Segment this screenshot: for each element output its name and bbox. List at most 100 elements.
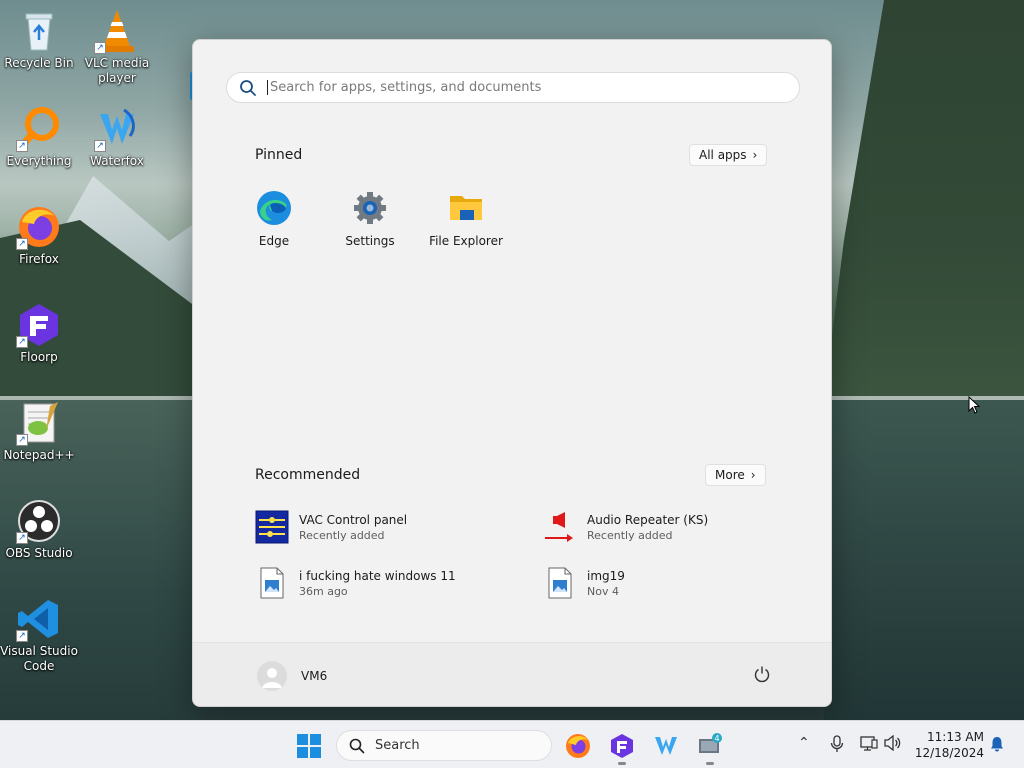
recommended-title: Recommended bbox=[255, 467, 361, 483]
desktop-icon-label: OBS Studio bbox=[5, 546, 73, 560]
desktop-icon-label: Notepad++ bbox=[3, 448, 75, 462]
recommended-item-subtitle: Recently added bbox=[587, 528, 673, 542]
mouse-cursor-icon bbox=[968, 395, 981, 414]
start-search-input[interactable] bbox=[267, 80, 799, 95]
obs-icon: ↗ bbox=[16, 498, 62, 544]
taskbar-app-waterfox[interactable] bbox=[653, 733, 679, 759]
taskbar-search-label: Search bbox=[375, 738, 420, 753]
search-icon bbox=[349, 738, 365, 753]
network-icon bbox=[860, 736, 878, 751]
microphone-icon bbox=[830, 735, 844, 752]
recommended-item-title: Audio Repeater (KS) bbox=[587, 512, 709, 527]
image-file-icon bbox=[255, 566, 289, 600]
pinned-apps-grid: Edge Settings File Explorer bbox=[226, 190, 514, 248]
everything-icon: ↗ bbox=[16, 106, 62, 152]
firefox-icon: ↗ bbox=[16, 204, 62, 250]
folder-icon bbox=[448, 190, 484, 226]
desktop-icon-obs[interactable]: ↗ OBS Studio bbox=[0, 498, 78, 561]
avatar bbox=[257, 661, 287, 691]
notepadpp-icon: ↗ bbox=[16, 400, 62, 446]
pinned-title: Pinned bbox=[255, 147, 303, 163]
chevron-right-icon: › bbox=[750, 468, 756, 482]
volume-button[interactable] bbox=[884, 734, 902, 755]
pinned-app-label: Settings bbox=[345, 234, 395, 248]
taskbar-app-floorp[interactable] bbox=[609, 733, 635, 759]
recycle-bin-icon bbox=[16, 8, 62, 54]
start-menu-footer: VM6 bbox=[193, 642, 831, 706]
start-search-box[interactable] bbox=[226, 72, 800, 103]
floorp-icon: ↗ bbox=[16, 302, 62, 348]
desktop-icon-recycle-bin[interactable]: Recycle Bin bbox=[0, 8, 78, 71]
desktop-icon-label: Recycle Bin bbox=[4, 56, 74, 70]
desktop-icon-waterfox[interactable]: ↗ Waterfox bbox=[78, 106, 156, 169]
waterfox-icon bbox=[655, 737, 677, 755]
image-file-icon bbox=[543, 566, 577, 600]
search-icon bbox=[240, 79, 256, 96]
chevron-right-icon: › bbox=[752, 148, 758, 162]
shortcut-arrow-icon: ↗ bbox=[16, 630, 28, 642]
speaker-icon bbox=[543, 510, 577, 544]
bell-icon bbox=[991, 737, 1003, 752]
network-button[interactable] bbox=[860, 735, 878, 755]
clock-time: 11:13 AM bbox=[927, 730, 984, 744]
vac-icon bbox=[255, 510, 289, 544]
waterfox-icon: ↗ bbox=[94, 106, 140, 152]
recommended-item-vac[interactable]: VAC Control panel Recently added bbox=[255, 510, 525, 544]
power-button[interactable] bbox=[753, 665, 771, 683]
taskbar-app-vm-tools[interactable]: 4 bbox=[697, 733, 723, 759]
taskbar-clock[interactable]: 11:13 AM 12/18/2024 bbox=[914, 729, 984, 761]
edge-icon bbox=[256, 190, 292, 226]
all-apps-button[interactable]: All apps › bbox=[689, 144, 768, 166]
taskbar-app-firefox[interactable] bbox=[565, 733, 591, 759]
taskbar-badge-count: 4 bbox=[714, 734, 719, 743]
show-hidden-icons-button[interactable]: ⌃ bbox=[798, 735, 810, 751]
desktop-icon-notepadpp[interactable]: ↗ Notepad++ bbox=[0, 400, 78, 463]
desktop-icon-label: Everything bbox=[6, 154, 72, 168]
recommended-item-img19[interactable]: img19 Nov 4 bbox=[543, 566, 813, 600]
shortcut-arrow-icon: ↗ bbox=[94, 42, 106, 54]
shortcut-arrow-icon: ↗ bbox=[16, 238, 28, 250]
settings-gear-icon bbox=[352, 190, 388, 226]
shortcut-arrow-icon: ↗ bbox=[16, 434, 28, 446]
start-button[interactable] bbox=[296, 734, 322, 758]
user-name: VM6 bbox=[301, 669, 328, 683]
pinned-app-label: File Explorer bbox=[429, 234, 503, 248]
shortcut-arrow-icon: ↗ bbox=[16, 140, 28, 152]
desktop-icon-vscode[interactable]: ↗ Visual Studio Code bbox=[0, 596, 78, 674]
floorp-icon bbox=[611, 734, 633, 758]
desktop-icon-label: Waterfox bbox=[90, 154, 144, 168]
taskbar-search-box[interactable]: Search bbox=[336, 730, 552, 761]
recommended-item-image-file[interactable]: i fucking hate windows 11 36m ago bbox=[255, 566, 525, 600]
recommended-item-subtitle: Nov 4 bbox=[587, 584, 619, 598]
monitor-icon: 4 bbox=[699, 733, 722, 753]
desktop-icon-label: Firefox bbox=[19, 252, 59, 266]
shortcut-arrow-icon: ↗ bbox=[16, 532, 28, 544]
pinned-app-edge[interactable]: Edge bbox=[226, 190, 322, 248]
recommended-item-subtitle: 36m ago bbox=[299, 584, 348, 598]
pinned-app-label: Edge bbox=[258, 234, 290, 248]
clock-date: 12/18/2024 bbox=[914, 746, 984, 760]
more-button[interactable]: More › bbox=[705, 464, 766, 486]
notifications-button[interactable] bbox=[990, 736, 1004, 752]
desktop-icon-everything[interactable]: ↗ Everything bbox=[0, 106, 78, 169]
windows-logo-icon bbox=[297, 734, 321, 758]
desktop-icon-floorp[interactable]: ↗ Floorp bbox=[0, 302, 78, 365]
vlc-icon: ↗ bbox=[94, 8, 140, 54]
recommended-item-audio-repeater[interactable]: Audio Repeater (KS) Recently added bbox=[543, 510, 813, 544]
microphone-button[interactable] bbox=[830, 735, 844, 757]
desktop-icon-label: VLC media player bbox=[84, 56, 150, 85]
all-apps-label: All apps bbox=[699, 148, 747, 162]
desktop-icon-vlc[interactable]: ↗ VLC media player bbox=[78, 8, 156, 86]
speaker-volume-icon bbox=[884, 734, 901, 752]
desktop-icon-label: Floorp bbox=[20, 350, 58, 364]
recommended-item-title: VAC Control panel bbox=[299, 512, 408, 527]
more-label: More bbox=[715, 468, 745, 482]
shortcut-arrow-icon: ↗ bbox=[94, 140, 106, 152]
desktop-icon-label: Visual Studio Code bbox=[0, 644, 78, 673]
power-icon bbox=[754, 666, 770, 683]
chevron-up-icon: ⌃ bbox=[798, 735, 810, 751]
pinned-app-settings[interactable]: Settings bbox=[322, 190, 418, 248]
desktop-icon-firefox[interactable]: ↗ Firefox bbox=[0, 204, 78, 267]
pinned-app-file-explorer[interactable]: File Explorer bbox=[418, 190, 514, 248]
user-account-button[interactable]: VM6 bbox=[257, 661, 327, 691]
